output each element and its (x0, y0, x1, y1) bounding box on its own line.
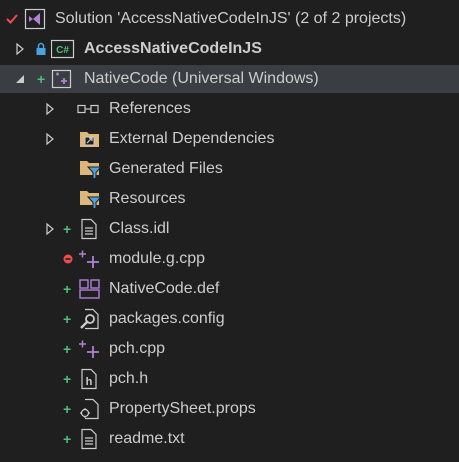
tree-item-label: External Dependencies (109, 130, 275, 147)
text-file-icon (80, 425, 98, 453)
references-icon (77, 95, 101, 123)
lock-icon (35, 35, 47, 63)
tree-item-pch-cpp[interactable]: + pch.cpp (0, 335, 459, 363)
solution-label: Solution 'AccessNativeCodeInJS' (2 of 2 … (55, 10, 407, 27)
svg-text:h: h (86, 376, 93, 388)
config-file-icon (79, 305, 101, 333)
status-added: + (63, 341, 72, 357)
tree-item-label: References (109, 100, 191, 117)
cpp-file-icon (78, 335, 102, 363)
status-added: + (63, 221, 72, 237)
chevron-right-icon[interactable] (45, 125, 55, 153)
tree-item-nativecode-def[interactable]: + NativeCode.def (0, 275, 459, 303)
tree-item-module-g-cpp[interactable]: module.g.cpp (0, 245, 459, 273)
project-row-accessnativecodeinjs[interactable]: C# AccessNativeCodeInJS (0, 35, 459, 63)
chevron-right-icon[interactable] (15, 35, 25, 63)
tree-item-label: Generated Files (109, 160, 223, 177)
tree-item-class-idl[interactable]: + Class.idl (0, 215, 459, 243)
cpp-project-icon (51, 65, 75, 93)
status-removed-icon (63, 245, 73, 273)
chevron-right-icon[interactable] (45, 215, 55, 243)
status-added: + (37, 71, 46, 87)
csharp-project-icon: C# (51, 35, 75, 63)
tree-item-references[interactable]: References (0, 95, 459, 123)
filter-folder-icon (79, 155, 103, 183)
tree-item-label: PropertySheet.props (109, 400, 256, 417)
external-dependencies-icon (79, 125, 101, 153)
header-file-icon: h (80, 365, 98, 393)
status-added: + (63, 431, 72, 447)
tree-item-label: Resources (109, 190, 186, 207)
tree-item-label: pch.h (109, 370, 149, 387)
check-icon (5, 5, 19, 33)
tree-item-label: Class.idl (109, 220, 170, 237)
props-file-icon (79, 395, 101, 423)
chevron-right-icon[interactable] (45, 95, 55, 123)
tree-item-generated-files[interactable]: Generated Files (0, 155, 459, 183)
tree-item-packages-config[interactable]: + packages.config (0, 305, 459, 333)
tree-item-pch-h[interactable]: + h pch.h (0, 365, 459, 393)
project-label-nativecode: NativeCode (Universal Windows) (84, 70, 319, 87)
status-added: + (63, 401, 72, 417)
tree-item-resources[interactable]: Resources (0, 185, 459, 213)
file-icon (80, 215, 98, 243)
tree-item-external-dependencies[interactable]: External Dependencies (0, 125, 459, 153)
chevron-down-icon[interactable] (15, 65, 25, 93)
status-added: + (63, 371, 72, 387)
tree-item-label: packages.config (109, 310, 225, 327)
tree-item-label: readme.txt (109, 430, 185, 447)
tree-item-propertysheet-props[interactable]: + PropertySheet.props (0, 395, 459, 423)
status-added: + (63, 281, 72, 297)
tree-item-label: NativeCode.def (109, 280, 220, 297)
tree-item-label: pch.cpp (109, 340, 166, 357)
status-added: + (63, 311, 72, 327)
def-file-icon (78, 275, 102, 303)
cpp-file-icon (78, 245, 102, 273)
filter-folder-icon (79, 185, 103, 213)
solution-row[interactable]: Solution 'AccessNativeCodeInJS' (2 of 2 … (0, 5, 459, 33)
solution-icon (24, 5, 46, 33)
tree-item-label: module.g.cpp (109, 250, 206, 267)
project-label-accessnativecodeinjs: AccessNativeCodeInJS (84, 40, 262, 57)
svg-text:C#: C# (56, 45, 69, 56)
tree-item-readme-txt[interactable]: + readme.txt (0, 425, 459, 453)
project-row-nativecode[interactable]: + NativeCode (Universal Windows) (0, 65, 459, 93)
